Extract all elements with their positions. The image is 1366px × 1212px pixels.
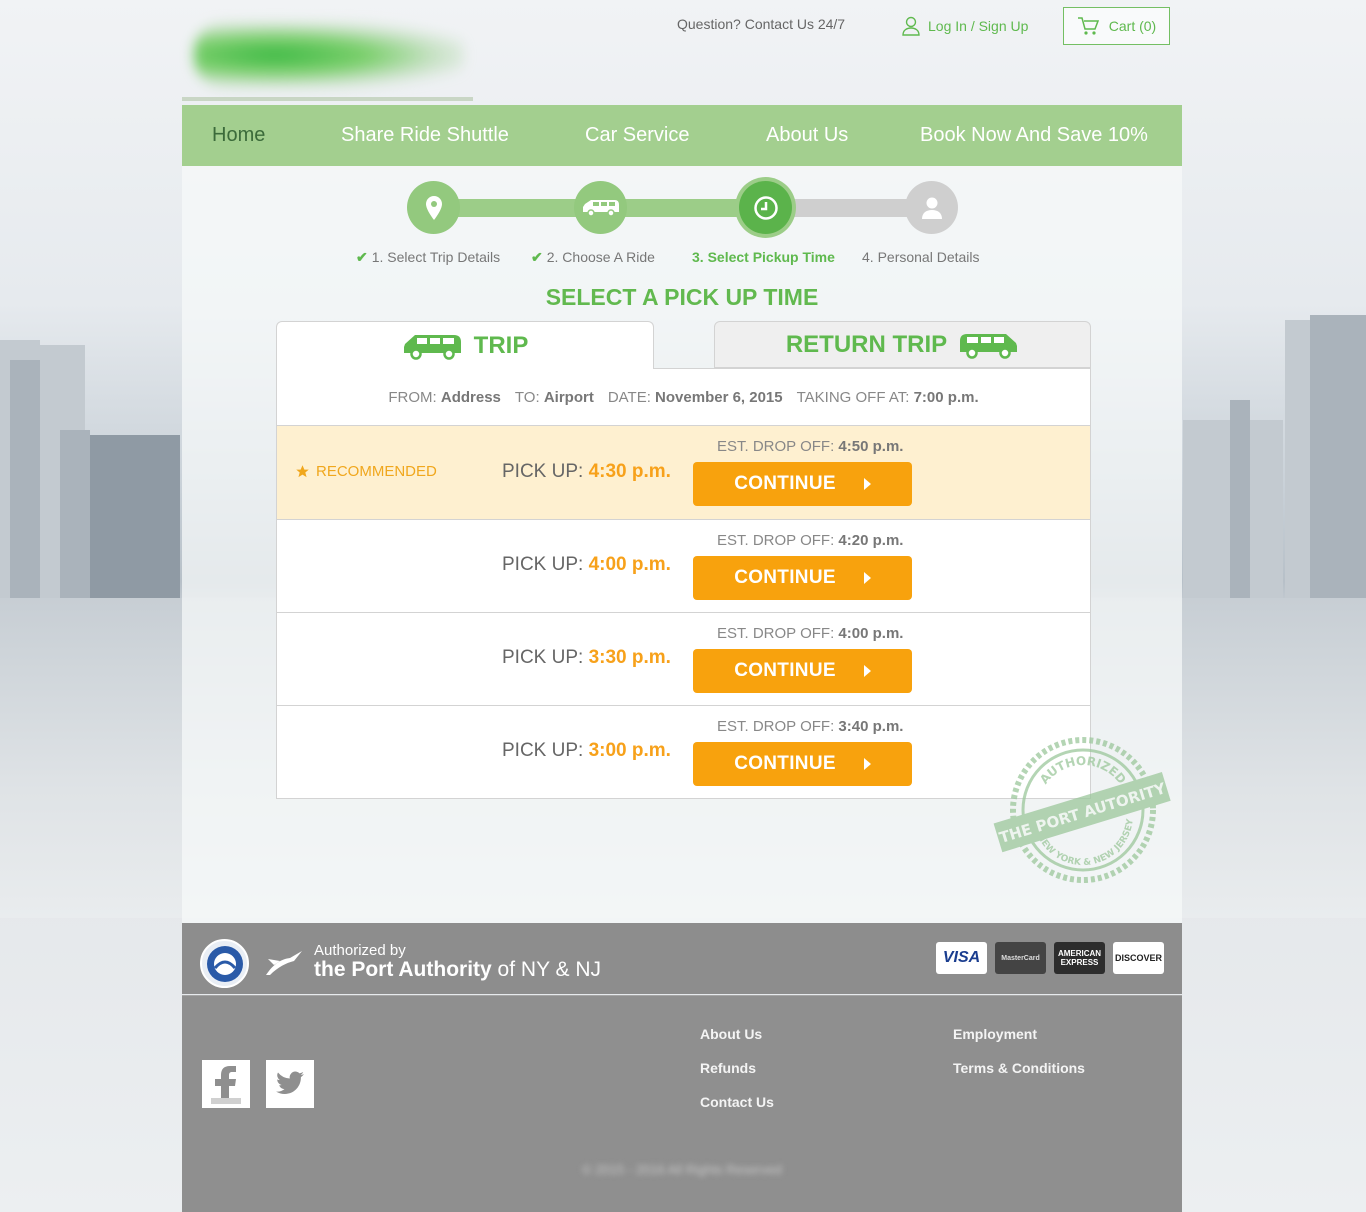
authorized-by-text: Authorized by (314, 942, 406, 959)
step-4-circle (905, 181, 958, 234)
map-pin-icon (425, 195, 442, 220)
amex-card-icon: AMERICAN EXPRESS (1054, 942, 1105, 974)
dropoff-time: EST. DROP OFF: 4:00 p.m. (717, 625, 904, 642)
user-icon (921, 197, 942, 219)
arrow-right-icon (863, 758, 871, 770)
tab-return-trip[interactable]: RETURN TRIP (714, 321, 1091, 368)
step-2-label: ✔ 2. Choose A Ride (531, 249, 655, 265)
trip-from: FROM: Address (388, 388, 501, 406)
port-authority-stamp: AUTHORIZED OF NEW YORK & NEW JERSEY THE … (993, 737, 1171, 883)
nav-car-service[interactable]: Car Service (585, 124, 689, 147)
footer-link-employment[interactable]: Employment (953, 1026, 1037, 1042)
van-icon (582, 199, 619, 217)
nav-home[interactable]: Home (212, 124, 265, 147)
trip-date: DATE: November 6, 2015 (607, 388, 783, 406)
dropoff-time: EST. DROP OFF: 4:20 p.m. (717, 532, 904, 549)
site-logo[interactable] (182, 8, 473, 101)
pickup-option-row: RECOMMENDED PICK UP: 4:30 p.m. EST. DROP… (277, 426, 1090, 520)
arrow-right-icon (863, 478, 871, 490)
clock-icon (753, 195, 778, 220)
car-icon (960, 333, 1018, 359)
port-authority-text: the Port Authority of NY & NJ (314, 958, 602, 981)
footer-link-contact-us[interactable]: Contact Us (700, 1094, 774, 1110)
footer: About Us Refunds Contact Us Employment T… (182, 995, 1182, 1212)
star-icon (296, 465, 309, 478)
cart-label: Cart (0) (1108, 18, 1157, 34)
continue-button[interactable]: CONTINUE (693, 556, 912, 600)
tab-trip-label: TRIP (473, 331, 529, 359)
contact-text: Question? Contact Us 24/7 (677, 16, 846, 32)
arrow-right-icon (863, 572, 871, 584)
main-nav: Home Share Ride Shuttle Car Service Abou… (182, 105, 1182, 166)
trip-takeoff: TAKING OFF AT: 7:00 p.m. (796, 388, 979, 406)
nav-share-ride-shuttle[interactable]: Share Ride Shuttle (341, 124, 509, 147)
continue-button[interactable]: CONTINUE (693, 462, 912, 506)
pickup-times-table: FROM: Address TO: Airport DATE: November… (276, 368, 1091, 799)
step-3-circle (739, 181, 792, 234)
recommended-badge: RECOMMENDED (295, 463, 437, 480)
dot-seal-icon (200, 939, 249, 988)
step-1-label: ✔ 1. Select Trip Details (356, 249, 501, 265)
tab-trip[interactable]: TRIP (276, 321, 654, 369)
pickup-option-row: PICK UP: 4:00 p.m. EST. DROP OFF: 4:20 p… (277, 520, 1090, 613)
user-icon (902, 16, 920, 36)
facebook-link[interactable] (202, 1060, 250, 1108)
copyright-text: © 2015 - 2016 All Rights Reserved (582, 1162, 782, 1177)
check-icon: ✔ (356, 249, 368, 265)
trip-summary: FROM: Address TO: Airport DATE: November… (277, 369, 1090, 426)
page-title: SELECT A PICK UP TIME (545, 284, 819, 310)
twitter-icon (276, 1071, 304, 1095)
step-1-circle (407, 181, 460, 234)
continue-button[interactable]: CONTINUE (693, 742, 912, 786)
footer-link-refunds[interactable]: Refunds (700, 1060, 756, 1076)
continue-button[interactable]: CONTINUE (693, 649, 912, 693)
login-link[interactable]: Log In / Sign Up (902, 16, 1028, 36)
cart-button[interactable]: Cart (0) (1063, 7, 1170, 45)
trip-to: TO: Airport (514, 388, 594, 406)
footer-link-about-us[interactable]: About Us (700, 1026, 762, 1042)
twitter-link[interactable] (266, 1060, 314, 1108)
cart-icon (1077, 17, 1099, 35)
dropoff-time: EST. DROP OFF: 4:50 p.m. (717, 438, 904, 455)
bird-logo-icon (266, 951, 302, 975)
pickup-option-row: PICK UP: 3:30 p.m. EST. DROP OFF: 4:00 p… (277, 613, 1090, 706)
footer-authorization-bar: Authorized by the Port Authority of NY &… (182, 923, 1182, 994)
pickup-time: PICK UP: 3:30 p.m. (502, 647, 671, 668)
pickup-option-row: PICK UP: 3:00 p.m. EST. DROP OFF: 3:40 p… (277, 706, 1090, 799)
facebook-icon (211, 1066, 241, 1104)
visa-card-icon: VISA (936, 942, 987, 974)
login-label: Log In / Sign Up (928, 18, 1029, 34)
step-2-circle (574, 181, 627, 234)
dropoff-time: EST. DROP OFF: 3:40 p.m. (717, 718, 904, 735)
discover-card-icon: DISCOVER (1113, 942, 1164, 974)
nav-about-us[interactable]: About Us (766, 124, 848, 147)
pickup-time: PICK UP: 4:00 p.m. (502, 554, 671, 575)
arrow-right-icon (863, 665, 871, 677)
step-4-label: 4. Personal Details (862, 249, 980, 265)
car-icon (403, 334, 461, 360)
footer-link-terms[interactable]: Terms & Conditions (953, 1060, 1085, 1076)
mastercard-icon: MasterCard (995, 942, 1046, 974)
pickup-time: PICK UP: 4:30 p.m. (502, 461, 671, 482)
check-icon: ✔ (531, 249, 543, 265)
step-3-label: 3. Select Pickup Time (692, 249, 835, 265)
nav-book-now[interactable]: Book Now And Save 10% (920, 124, 1148, 147)
pickup-time: PICK UP: 3:00 p.m. (502, 740, 671, 761)
tab-return-trip-label: RETURN TRIP (785, 330, 948, 358)
